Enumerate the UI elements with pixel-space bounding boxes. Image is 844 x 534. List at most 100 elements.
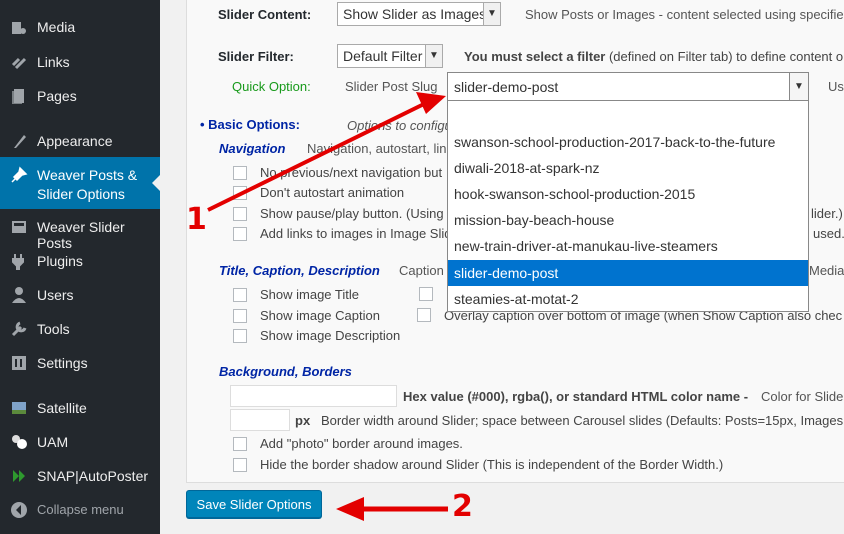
sidebar-item-plugins[interactable]: Plugins [0, 249, 160, 273]
collapse-menu-label: Collapse menu [37, 502, 124, 517]
uam-icon [12, 435, 27, 449]
sidebar-item-tools[interactable]: Tools [0, 317, 160, 341]
post-slug-dropdown[interactable]: slider-demo-post ▼ swanson-school-produc… [447, 72, 809, 312]
admin-sidebar: Media Links Pages Appearance Weaver Post… [0, 0, 160, 534]
dropdown-option[interactable]: mission-bay-beach-house [448, 207, 808, 233]
photo-border-checkbox[interactable] [233, 437, 247, 451]
slider-post-slug-label: Slider Post Slug [345, 79, 438, 94]
no-autostart-checkbox[interactable] [233, 186, 247, 200]
px-unit-label: px [295, 413, 311, 428]
show-image-title-checkbox[interactable] [233, 288, 247, 302]
no-nav-buttons-label: No previous/next navigation but [260, 165, 443, 180]
save-slider-options-button[interactable]: Save Slider Options [186, 490, 322, 518]
slider-content-label: Slider Content: [218, 7, 312, 22]
sidebar-item-label: Media [37, 19, 76, 35]
appearance-icon [14, 135, 26, 148]
snap-icon [13, 470, 25, 482]
chevron-down-icon: ▼ [425, 45, 442, 67]
tools-icon [11, 321, 27, 337]
sidebar-item-users[interactable]: Users [0, 283, 160, 307]
dropdown-option[interactable]: hook-swanson-school-production-2015 [448, 181, 808, 207]
basic-options-label: • Basic Options: [200, 117, 300, 132]
dropdown-option[interactable]: swanson-school-production-2017-back-to-t… [448, 129, 808, 155]
sidebar-item-weaver-posts-slider-options[interactable]: Weaver Posts & Slider Options [0, 157, 160, 209]
sidebar-item-appearance[interactable]: Appearance [0, 129, 160, 153]
sidebar-item-label: Links [37, 54, 70, 70]
image-links-label: Add links to images in Image Slid [260, 226, 452, 241]
sidebar-item-media[interactable]: Media [0, 16, 160, 40]
show-image-title-label: Show image Title [260, 287, 359, 302]
basic-options-desc: Options to configu [347, 118, 452, 133]
navigation-header: Navigation [219, 141, 286, 156]
sidebar-item-links[interactable]: Links [0, 50, 160, 74]
slider-content-desc: Show Posts or Images - content selected … [525, 7, 844, 22]
pause-play-label: Show pause/play button. (Using [260, 206, 444, 221]
sidebar-item-label: Plugins [37, 253, 83, 269]
show-image-description-checkbox[interactable] [233, 329, 247, 343]
sidebar-item-label: SNAP|AutoPoster [37, 468, 149, 484]
pin-icon [11, 166, 28, 183]
no-nav-buttons-checkbox[interactable] [233, 166, 247, 180]
image-links-checkbox[interactable] [233, 227, 247, 241]
collapse-menu-button[interactable]: Collapse menu [0, 498, 160, 522]
annotation-number-2: 2 [452, 489, 473, 524]
slider-filter-select[interactable]: Default Filter ▼ [337, 44, 443, 68]
show-image-caption-checkbox[interactable] [233, 309, 247, 323]
bg-color-input[interactable] [230, 385, 397, 407]
sidebar-item-label: UAM [37, 434, 69, 450]
chevron-down-icon[interactable]: ▼ [789, 73, 808, 100]
sidebar-item-pages[interactable]: Pages [0, 84, 160, 108]
slider-content-select[interactable]: Show Slider as Images ▼ [337, 2, 501, 26]
hex-value-label: Hex value (#000), rgba(), or standard HT… [403, 389, 749, 404]
collapse-icon [11, 502, 27, 518]
dropdown-option[interactable]: steamies-at-motat-2 [448, 286, 808, 312]
annotation-arrowhead-2 [336, 497, 364, 521]
pause-play-checkbox[interactable] [233, 207, 247, 221]
sidebar-item-label-line2: Slider Options [37, 186, 125, 202]
menu-separator [0, 118, 160, 119]
photo-border-label: Add "photo" border around images. [260, 436, 463, 451]
sidebar-item-label: Satellite [37, 400, 87, 416]
hex-value-desc: Color for Slide [761, 389, 844, 404]
quick-option-after-text: Us [828, 79, 844, 94]
satellite-icon [12, 402, 26, 414]
slider-filter-desc: You must select a filter (defined on Fil… [464, 49, 843, 64]
media-icon [12, 22, 26, 34]
dropdown-option[interactable]: new-train-driver-at-manukau-live-steamer… [448, 233, 808, 259]
hide-shadow-checkbox[interactable] [233, 458, 247, 472]
dropdown-option-highlighted[interactable]: slider-demo-post [448, 260, 808, 286]
no-autostart-label: Don't autostart animation [260, 185, 405, 200]
annotation-number-1: 1 [186, 202, 207, 237]
sidebar-item-label: Weaver Slider Posts [37, 219, 125, 251]
show-image-description-label: Show image Description [260, 328, 401, 343]
hide-shadow-label: Hide the border shadow around Slider (Th… [260, 457, 724, 472]
filter-desc-rest: (defined on Filter tab) to define conten… [605, 49, 844, 64]
chevron-down-icon: ▼ [483, 3, 500, 25]
title-extra-checkbox[interactable] [419, 287, 433, 301]
sidebar-item-label-line1: Weaver Posts & [37, 167, 138, 183]
users-icon [12, 287, 26, 303]
image-links-desc-tail: used. [813, 226, 844, 241]
sidebar-item-weaver-slider-posts[interactable]: Weaver Slider Posts [0, 215, 160, 251]
sidebar-item-settings[interactable]: Settings [0, 351, 160, 375]
sidebar-item-uam[interactable]: UAM [0, 430, 160, 454]
pages-icon [12, 89, 24, 104]
menu-separator [0, 384, 160, 385]
sidebar-item-label: Users [37, 287, 74, 303]
dropdown-option[interactable]: diwali-2018-at-spark-nz [448, 155, 808, 181]
slider-content-value: Show Slider as Images [343, 6, 487, 22]
quick-option-label: Quick Option: [232, 79, 311, 94]
post-slug-selected-value: slider-demo-post [454, 79, 559, 95]
overlay-caption-checkbox[interactable] [417, 308, 431, 322]
background-borders-header: Background, Borders [219, 364, 352, 379]
sidebar-item-satellite[interactable]: Satellite [0, 396, 160, 420]
sidebar-item-snap-autoposter[interactable]: SNAP|AutoPoster [0, 464, 160, 488]
weaver-slider-posts-icon [12, 221, 26, 233]
settings-icon [12, 356, 26, 370]
border-width-desc: Border width around Slider; space betwee… [321, 413, 844, 428]
sidebar-item-label: Pages [37, 88, 77, 104]
show-image-caption-label: Show image Caption [260, 308, 380, 323]
border-width-input[interactable] [230, 409, 290, 431]
title-caption-header: Title, Caption, Description [219, 263, 380, 278]
post-slug-select[interactable]: slider-demo-post ▼ [448, 73, 808, 101]
